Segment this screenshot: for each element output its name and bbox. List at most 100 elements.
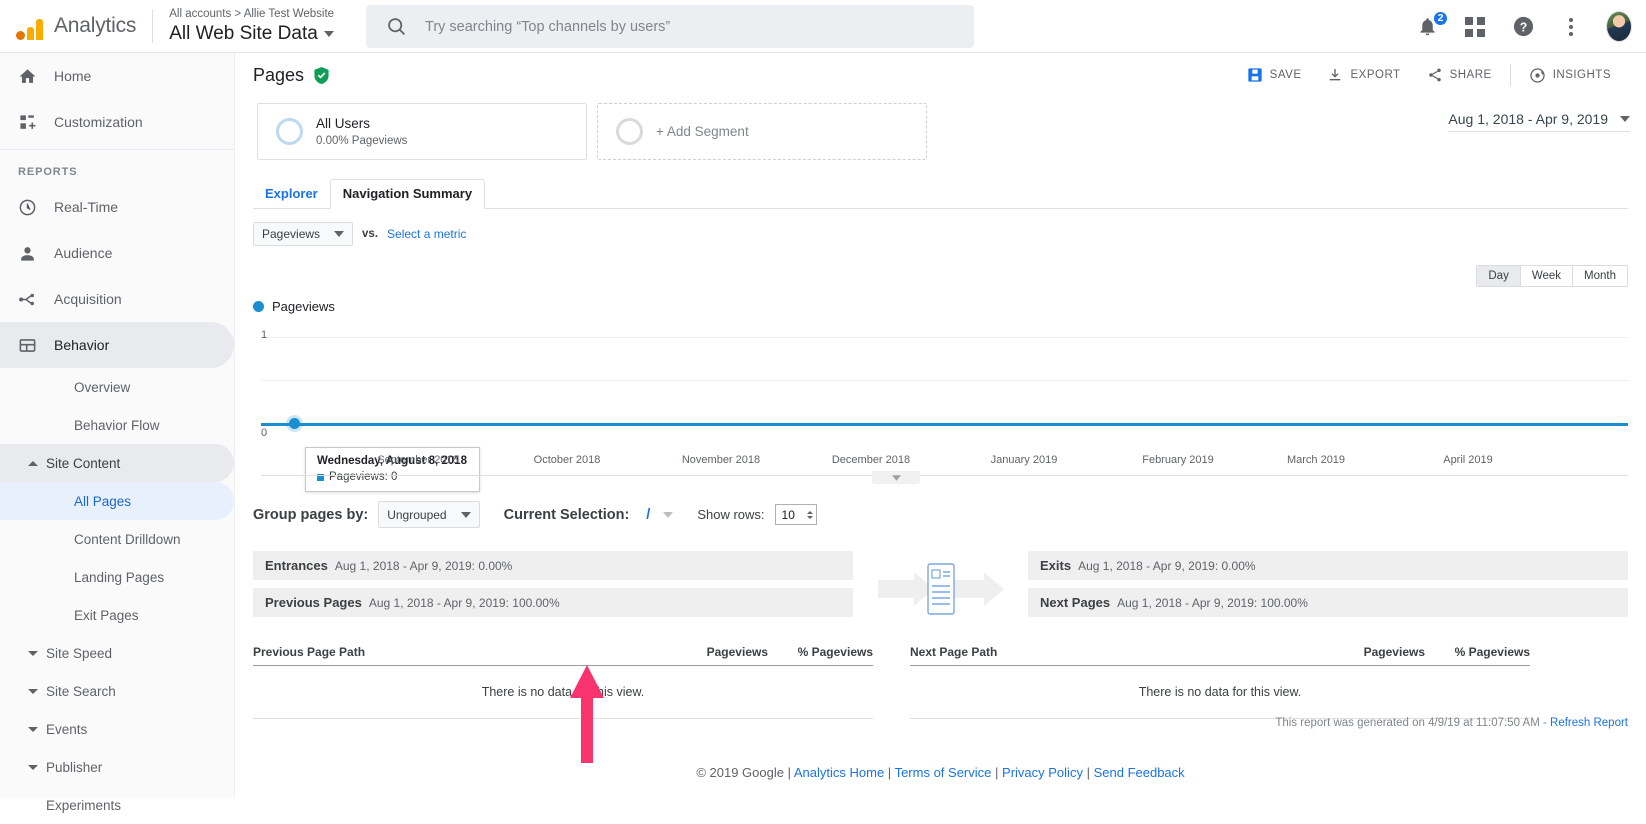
metric-select[interactable]: Pageviews bbox=[253, 222, 354, 246]
sidebar-item-exit-pages[interactable]: Exit Pages bbox=[0, 596, 234, 634]
column-header-path[interactable]: Previous Page Path bbox=[253, 645, 658, 659]
share-button[interactable]: SHARE bbox=[1414, 60, 1505, 90]
chart-hover-point[interactable] bbox=[289, 418, 300, 429]
x-tick-label: November 2018 bbox=[681, 454, 761, 466]
help-icon: ? bbox=[1513, 16, 1533, 37]
sidebar-item-site-search[interactable]: Site Search bbox=[0, 672, 234, 710]
segment-ring-icon bbox=[616, 118, 643, 145]
x-axis-line bbox=[261, 475, 1628, 476]
sidebar-item-label: Exit Pages bbox=[74, 607, 139, 623]
avatar bbox=[1606, 11, 1632, 42]
footer-link-privacy[interactable]: Privacy Policy bbox=[1002, 765, 1083, 780]
notifications-button[interactable]: 2 bbox=[1414, 9, 1449, 40]
more-options-button[interactable] bbox=[1558, 14, 1584, 40]
column-header-pct-pageviews[interactable]: % Pageviews bbox=[1425, 645, 1530, 659]
chevron-down-icon bbox=[0, 764, 46, 770]
column-header-pageviews[interactable]: Pageviews bbox=[658, 645, 768, 659]
footer-link-analytics-home[interactable]: Analytics Home bbox=[794, 765, 884, 780]
sidebar-item-all-pages[interactable]: All Pages bbox=[0, 482, 234, 520]
flow-document-icon bbox=[853, 561, 1028, 617]
verified-shield-icon bbox=[313, 66, 330, 85]
save-button[interactable]: SAVE bbox=[1234, 60, 1315, 90]
select-a-metric-link[interactable]: Select a metric bbox=[387, 227, 466, 241]
account-selector[interactable]: All accounts > Allie Test Website All We… bbox=[169, 7, 334, 46]
tab-label: Navigation Summary bbox=[342, 186, 473, 201]
footer-link-terms[interactable]: Terms of Service bbox=[895, 765, 992, 780]
sidebar-item-real-time[interactable]: Real-Time bbox=[0, 184, 234, 230]
footer-separator: | bbox=[995, 765, 999, 780]
granularity-month[interactable]: Month bbox=[1572, 266, 1627, 286]
sidebar-item-label: Landing Pages bbox=[74, 569, 165, 585]
account-breadcrumb: All accounts > Allie Test Website bbox=[169, 7, 335, 20]
sidebar-item-experiments[interactable]: Experiments bbox=[0, 786, 234, 824]
current-selection-value[interactable]: / bbox=[646, 507, 650, 523]
sidebar-item-events[interactable]: Events bbox=[0, 710, 234, 748]
help-button[interactable]: ? bbox=[1510, 14, 1536, 40]
chart-legend: Pageviews bbox=[253, 299, 1628, 314]
sidebar-item-content-drilldown[interactable]: Content Drilldown bbox=[0, 520, 234, 558]
add-segment-button[interactable]: + Add Segment bbox=[597, 103, 927, 160]
share-icon bbox=[1428, 68, 1441, 82]
entrances-value: Aug 1, 2018 - Apr 9, 2019: 0.00% bbox=[334, 558, 513, 573]
sidebar-item-site-content[interactable]: Site Content bbox=[0, 444, 234, 482]
collapse-chart-button[interactable] bbox=[872, 471, 920, 484]
granularity-week[interactable]: Week bbox=[1519, 266, 1573, 286]
insights-button[interactable]: INSIGHTS bbox=[1516, 60, 1624, 90]
divider bbox=[1509, 64, 1511, 86]
sidebar-item-behavior-flow[interactable]: Behavior Flow bbox=[0, 406, 234, 444]
next-pages-key: Next Pages bbox=[1040, 595, 1111, 610]
chevron-up-icon bbox=[0, 460, 46, 466]
series-line-pageviews bbox=[261, 423, 1628, 426]
export-button[interactable]: EXPORT bbox=[1314, 60, 1413, 90]
sidebar-item-overview[interactable]: Overview bbox=[0, 368, 234, 406]
x-tick-label: February 2019 bbox=[1142, 454, 1214, 466]
granularity-day[interactable]: Day bbox=[1477, 266, 1520, 286]
sidebar-item-label: Audience bbox=[54, 245, 113, 261]
home-icon bbox=[0, 67, 54, 86]
segment-detail: 0.00% Pageviews bbox=[316, 134, 408, 147]
sidebar-item-audience[interactable]: Audience bbox=[0, 230, 234, 276]
column-header-path[interactable]: Next Page Path bbox=[910, 645, 1315, 659]
user-account-button[interactable] bbox=[1606, 11, 1632, 42]
column-header-pageviews[interactable]: Pageviews bbox=[1315, 645, 1425, 659]
x-tick-label: April 2019 bbox=[1443, 454, 1493, 466]
insights-icon bbox=[1530, 67, 1545, 83]
group-pages-by-select[interactable]: Ungrouped bbox=[378, 501, 480, 528]
segment-all-users[interactable]: All Users 0.00% Pageviews bbox=[257, 103, 587, 160]
previous-pages-key: Previous Pages bbox=[265, 595, 362, 610]
exits-value: Aug 1, 2018 - Apr 9, 2019: 0.00% bbox=[1078, 558, 1256, 573]
chevron-down-icon[interactable] bbox=[323, 30, 334, 37]
report-generated-info: This report was generated on 4/9/19 at 1… bbox=[1275, 717, 1628, 729]
chevron-down-icon bbox=[0, 688, 46, 694]
chevron-down-icon[interactable] bbox=[663, 511, 674, 518]
sidebar-item-label: Customization bbox=[54, 114, 143, 130]
sidebar-item-acquisition[interactable]: Acquisition bbox=[0, 276, 234, 322]
tab-explorer[interactable]: Explorer bbox=[253, 186, 330, 208]
view-name-label: All Web Site Data bbox=[169, 22, 318, 44]
footer-link-send-feedback[interactable]: Send Feedback bbox=[1094, 765, 1185, 780]
table-header-row: Next Page Path Pageviews % Pageviews bbox=[910, 645, 1530, 666]
refresh-report-link[interactable]: Refresh Report bbox=[1550, 717, 1628, 729]
tab-navigation-summary[interactable]: Navigation Summary bbox=[329, 179, 486, 209]
date-range-selector[interactable]: Aug 1, 2018 - Apr 9, 2019 bbox=[1448, 111, 1630, 132]
top-icon-group: 2 ? bbox=[1414, 0, 1632, 53]
clock-icon bbox=[0, 198, 54, 217]
apps-button[interactable] bbox=[1462, 14, 1488, 40]
show-rows-stepper[interactable]: 10 bbox=[774, 504, 817, 525]
sidebar-item-publisher[interactable]: Publisher bbox=[0, 748, 234, 786]
date-range-label: Aug 1, 2018 - Apr 9, 2019 bbox=[1448, 111, 1608, 127]
sidebar-item-customization[interactable]: Customization bbox=[0, 99, 234, 145]
column-header-pct-pageviews[interactable]: % Pageviews bbox=[768, 645, 873, 659]
gridline bbox=[261, 337, 1628, 338]
stepper-arrows-icon bbox=[806, 510, 813, 519]
x-tick-label: December 2018 bbox=[831, 454, 911, 466]
report-tabs: Explorer Navigation Summary bbox=[253, 179, 1628, 209]
copyright-text: © 2019 Google | bbox=[696, 765, 791, 780]
chevron-down-icon bbox=[1620, 116, 1630, 122]
sidebar-item-site-speed[interactable]: Site Speed bbox=[0, 634, 234, 672]
navigation-summary-panels: Entrances Aug 1, 2018 - Apr 9, 2019: 0.0… bbox=[253, 551, 1628, 625]
search-input[interactable]: Try searching “Top channels by users” bbox=[366, 5, 974, 48]
sidebar-item-behavior[interactable]: Behavior bbox=[0, 322, 234, 368]
sidebar-item-landing-pages[interactable]: Landing Pages bbox=[0, 558, 234, 596]
sidebar-item-home[interactable]: Home bbox=[0, 53, 234, 99]
